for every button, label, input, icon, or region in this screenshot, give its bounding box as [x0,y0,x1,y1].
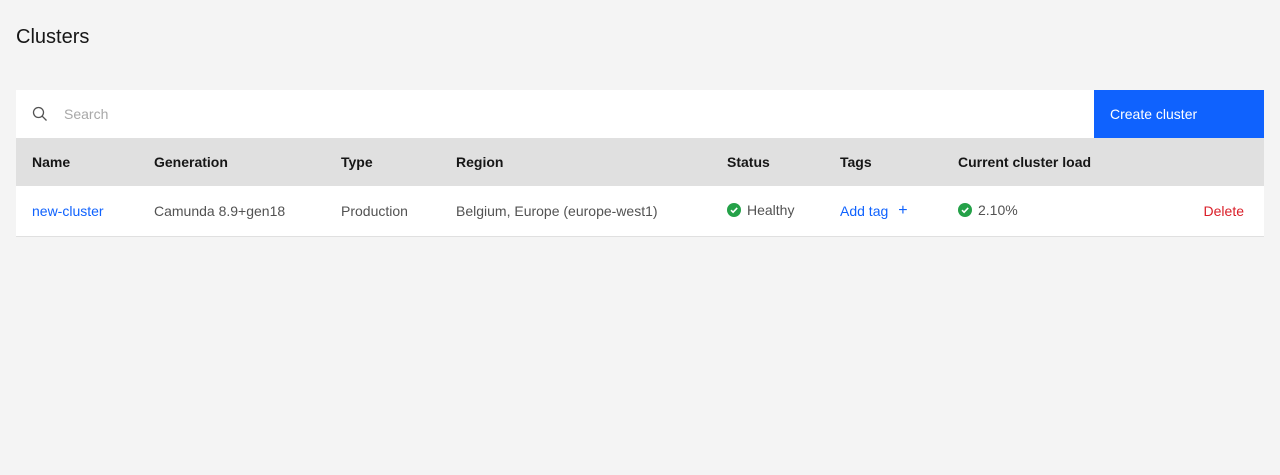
search-container [16,90,1094,138]
delete-cluster-button[interactable]: Delete [1204,203,1244,219]
cluster-name-link[interactable]: new-cluster [32,203,104,219]
clusters-panel: Create cluster Name Generation Type Regi… [16,90,1264,237]
cluster-load: 2.10% [958,202,1018,218]
table-header-row: Name Generation Type Region Status Tags … [16,138,1264,186]
status-label: Healthy [747,201,795,218]
load-value: 2.10% [978,201,1018,218]
cluster-region: Belgium, Europe (europe-west1) [456,202,658,219]
column-header-generation: Generation [154,154,228,170]
checkmark-filled-icon [958,202,972,217]
column-header-tags: Tags [840,154,872,170]
table-toolbar: Create cluster [16,90,1264,138]
cluster-type: Production [341,202,408,219]
cluster-status: Healthy [727,202,794,218]
tags-cell: Add tag + [840,202,908,219]
cluster-generation: Camunda 8.9+gen18 [154,202,286,219]
search-input[interactable] [16,90,1094,138]
column-header-name: Name [32,154,71,170]
column-header-type: Type [341,154,373,170]
clusters-table: Name Generation Type Region Status Tags … [16,138,1264,237]
column-header-status: Status [727,154,770,170]
search-icon [32,106,47,121]
page-title: Clusters [16,26,90,48]
plus-icon[interactable]: + [898,202,907,218]
column-header-region: Region [456,154,504,170]
add-tag-link[interactable]: Add tag [840,203,888,219]
create-cluster-button[interactable]: Create cluster [1094,90,1264,138]
table-row: new-cluster Camunda 8.9+gen18 Production… [16,186,1264,236]
checkmark-filled-icon [727,202,741,217]
column-header-actions [1142,138,1264,186]
column-header-load: Current cluster load [958,154,1092,170]
